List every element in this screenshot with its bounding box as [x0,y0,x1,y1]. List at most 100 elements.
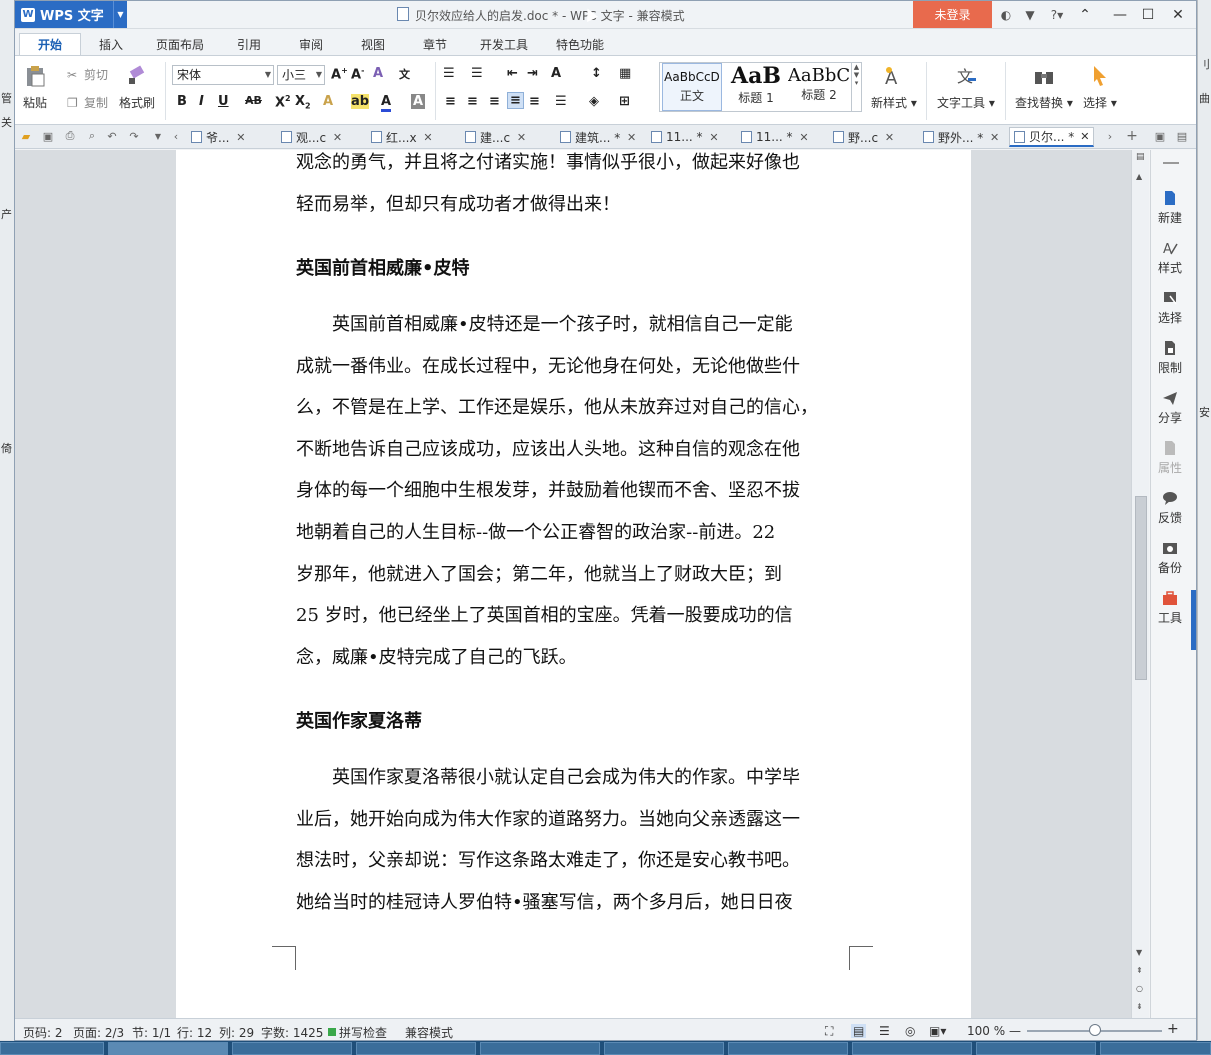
numbering-icon[interactable]: ☰ [471,66,483,81]
border-icon[interactable]: ⊞ [619,94,630,109]
tab-home[interactable]: 开始 [19,33,81,55]
shading-icon[interactable]: ◈ [589,94,599,109]
browse-object-icon[interactable]: ○ [1136,984,1143,993]
status-words[interactable]: 字数: 1425 [261,1024,323,1040]
scroll-down-icon[interactable]: ▼ [1136,948,1142,957]
clear-format-icon[interactable]: A [373,66,383,81]
doc-tab[interactable]: 11... * ✕ [741,127,809,147]
taskbar-item[interactable] [356,1042,476,1055]
help-icon[interactable]: ? ▼ [1045,6,1069,24]
sidebar-item-properties[interactable]: 属性 [1151,440,1189,476]
grow-font-icon[interactable]: A+ [331,66,348,82]
distribute-icon[interactable]: ≡ [529,94,540,109]
style-normal[interactable]: AaBbCcD 正文 [662,63,722,111]
style-heading-1[interactable]: AaB 标题 1 [726,63,786,111]
tab-developer[interactable]: 开发工具 [469,33,539,55]
doc-tab-active[interactable]: 贝尔... * ✕ [1009,127,1095,147]
tab-page-layout[interactable]: 页面布局 [145,33,215,55]
cut-button[interactable]: ✂ 剪切 [67,66,108,83]
copy-button[interactable]: ❐ 复制 [67,94,108,111]
text-effect-icon[interactable]: A [323,94,333,109]
char-shading-icon[interactable]: A [411,94,426,109]
table-icon[interactable]: ▦ [619,66,631,81]
italic-icon[interactable]: I [199,94,204,109]
print-preview-icon[interactable]: ⌕ [85,129,99,143]
doc-tab[interactable]: 爷... ✕ [191,127,245,147]
subscript-icon[interactable]: X2 [295,94,311,111]
sidebar-collapse-handle[interactable] [1191,590,1196,650]
chevron-down-icon[interactable]: ▼ [151,129,165,143]
taskbar-item[interactable] [0,1042,104,1055]
font-name-select[interactable]: 宋体 ▼ [172,65,274,85]
tab-list-icon[interactable]: ▣ [1153,129,1167,143]
taskbar-item[interactable] [480,1042,600,1055]
document-page[interactable]: 观念的勇气，并且将之付诸实施！事情似乎很小，做起来好像也 轻而易举，但却只有成功… [176,150,971,1018]
page-view-icon[interactable]: ▤ [851,1024,867,1038]
phonetic-icon[interactable]: 文 [399,66,410,82]
decrease-indent-icon[interactable]: ⇤ [507,66,518,81]
align-left-icon[interactable]: ≡ [445,94,456,109]
minimize-button[interactable]: — [1105,1,1135,28]
underline-icon[interactable]: U [218,94,229,109]
select-button[interactable]: 选择 ▾ [1083,64,1117,111]
zoom-out-icon[interactable]: — [1009,1024,1021,1038]
doc-tab[interactable]: 野...c ✕ [833,127,894,147]
document-area[interactable]: 观念的勇气，并且将之付诸实施！事情似乎很小，做起来好像也 轻而易举，但却只有成功… [15,150,1135,1018]
doc-tab[interactable]: 观...c ✕ [281,127,342,147]
taskbar-item[interactable] [976,1042,1096,1055]
sidebar-item-tools[interactable]: 工具 [1151,590,1189,626]
status-pages[interactable]: 页面: 2/3 [73,1024,124,1040]
web-view-icon[interactable]: ◎ [905,1024,915,1038]
paste-button[interactable]: 粘贴 [23,64,47,111]
strikethrough-icon[interactable]: AB [245,94,262,107]
next-page-icon[interactable]: ⇟ [1136,1002,1143,1011]
reading-view-icon[interactable]: ▣▾ [929,1024,946,1038]
highlight-icon[interactable]: ab [351,94,370,109]
ruler-toggle-icon[interactable]: ▤ [1136,152,1145,162]
sidebar-item-restrict[interactable]: 限制 [1151,340,1189,376]
shrink-font-icon[interactable]: A- [351,66,364,82]
maximize-button[interactable]: ☐ [1133,1,1163,28]
taskbar-item[interactable] [852,1042,972,1055]
format-painter-button[interactable]: 格式刷 [119,64,155,111]
align-center-icon[interactable]: ≡ [467,94,478,109]
sort-icon[interactable]: ↕ [591,66,602,81]
zoom-value[interactable]: 100 % [967,1024,1005,1038]
taskbar-item[interactable] [232,1042,352,1055]
tab-review[interactable]: 审阅 [283,33,339,55]
tab-references[interactable]: 引用 [221,33,277,55]
doc-tab[interactable]: 红...x ✕ [371,127,433,147]
font-size-select[interactable]: 小三 ▼ [277,65,325,85]
sidebar-item-share[interactable]: 分享 [1151,390,1189,426]
outline-view-icon[interactable]: ☰ [879,1024,890,1038]
font-color-icon[interactable]: A [381,94,392,112]
redo-icon[interactable]: ↷ [127,129,141,143]
scroll-up-icon[interactable]: ▲ [1136,172,1142,181]
tab-view[interactable]: 视图 [345,33,401,55]
zoom-in-icon[interactable]: + [1167,1021,1179,1037]
superscript-icon[interactable]: X2 [275,94,291,110]
taskbar-item[interactable] [1100,1042,1211,1055]
line-spacing-icon[interactable]: ☰ [555,94,567,109]
new-tab-icon[interactable]: + [1125,128,1139,144]
taskbar-item[interactable] [604,1042,724,1055]
increase-indent-icon[interactable]: ⇥ [527,66,538,81]
style-gallery-scroll[interactable]: ▲ ▼ ▾ [851,63,861,111]
bold-icon[interactable]: B [177,94,187,109]
print-icon[interactable]: ⎙ [63,129,77,143]
taskbar-item[interactable] [728,1042,848,1055]
vertical-scrollbar[interactable]: ▤ ▲ ▼ ⇞ ○ ⇟ [1131,150,1149,1018]
close-button[interactable]: ✕ [1163,1,1193,28]
shirt-icon[interactable]: ▼ [1021,6,1039,24]
doc-tab[interactable]: 建筑... * ✕ [560,127,636,147]
collapse-ribbon-icon[interactable]: ⌃ [1070,1,1100,28]
tab-insert[interactable]: 插入 [83,33,139,55]
scroll-thumb[interactable] [1135,496,1147,680]
tabs-scroll-left-icon[interactable]: ‹ [169,129,183,143]
app-menu-button[interactable]: W WPS 文字 ▼ [15,1,127,28]
sidebar-menu-icon[interactable] [1163,162,1179,164]
sidebar-item-select[interactable]: 选择 [1151,290,1189,326]
fullscreen-view-icon[interactable]: ⛶ [825,1024,833,1039]
text-tools-button[interactable]: 文 文字工具 ▾ [937,64,995,111]
sidebar-item-new[interactable]: 新建 [1151,190,1189,226]
